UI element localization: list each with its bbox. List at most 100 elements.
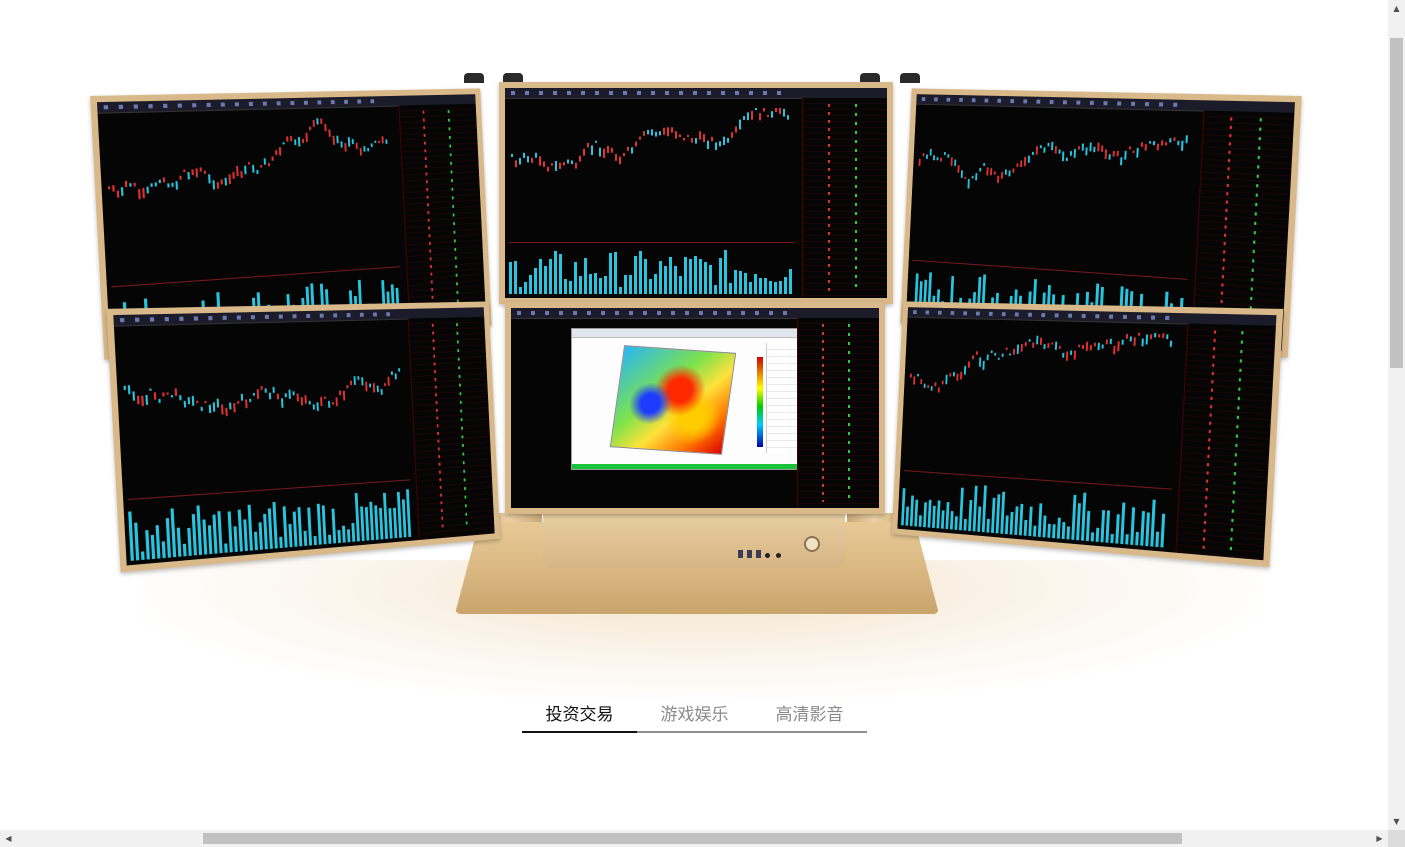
candle bbox=[292, 391, 295, 396]
candle bbox=[342, 390, 346, 401]
candle bbox=[599, 147, 601, 157]
vertical-scrollbar[interactable]: ▲ ▼ bbox=[1388, 0, 1405, 830]
candle bbox=[934, 382, 937, 387]
volume-bar bbox=[1028, 506, 1033, 537]
volume-bar bbox=[1042, 515, 1047, 538]
candle bbox=[1070, 350, 1073, 355]
volume-bar bbox=[914, 499, 919, 527]
volume-bar bbox=[140, 551, 145, 560]
volume-bar bbox=[288, 524, 293, 548]
candle bbox=[1054, 146, 1057, 154]
candle bbox=[1074, 350, 1077, 360]
volume-bar bbox=[374, 505, 379, 540]
candle bbox=[141, 395, 144, 407]
candle bbox=[1047, 142, 1050, 147]
power-button-icon bbox=[804, 536, 820, 552]
candle bbox=[1073, 148, 1076, 158]
candle bbox=[936, 157, 939, 161]
candle bbox=[1165, 142, 1168, 146]
candle bbox=[1124, 150, 1127, 160]
candle bbox=[739, 119, 741, 130]
candle bbox=[267, 162, 271, 167]
candle bbox=[949, 373, 952, 377]
candle bbox=[967, 178, 970, 189]
candle bbox=[703, 134, 705, 143]
volume-bar bbox=[212, 514, 218, 554]
candle bbox=[783, 108, 785, 117]
candle bbox=[339, 390, 342, 396]
volume-bar bbox=[1061, 521, 1066, 540]
candle bbox=[195, 168, 199, 178]
quote-sidebar bbox=[797, 318, 879, 508]
candle bbox=[149, 388, 152, 391]
volume-bar bbox=[379, 508, 384, 540]
candle bbox=[603, 148, 605, 158]
candle bbox=[1024, 341, 1027, 347]
candle bbox=[346, 385, 349, 389]
volume-bar bbox=[749, 281, 752, 294]
scroll-down-arrow-icon[interactable]: ▼ bbox=[1388, 813, 1405, 830]
candle bbox=[747, 112, 749, 121]
candle bbox=[1145, 334, 1149, 345]
candle bbox=[1001, 353, 1004, 357]
vertical-scroll-thumb[interactable] bbox=[1390, 38, 1403, 368]
candle bbox=[374, 140, 377, 143]
candle bbox=[567, 159, 569, 164]
volume-bar bbox=[784, 276, 787, 294]
candle bbox=[1085, 147, 1088, 156]
candle bbox=[647, 129, 649, 135]
candle bbox=[300, 397, 303, 406]
candle bbox=[225, 407, 228, 417]
candle bbox=[162, 177, 166, 183]
tab-investment-trading[interactable]: 投资交易 bbox=[522, 700, 637, 733]
candle bbox=[559, 162, 561, 170]
candle bbox=[138, 189, 141, 200]
candle bbox=[1105, 339, 1108, 345]
color-scale-icon bbox=[757, 357, 763, 447]
candle bbox=[1137, 332, 1141, 336]
volume-bar bbox=[1066, 526, 1071, 540]
volume-bar bbox=[559, 254, 562, 294]
candle bbox=[535, 152, 537, 158]
candle bbox=[1012, 168, 1015, 173]
candle bbox=[990, 350, 993, 354]
candle bbox=[245, 399, 248, 409]
candle bbox=[150, 183, 153, 187]
volume-bar bbox=[669, 256, 672, 294]
horizontal-scroll-thumb[interactable] bbox=[203, 833, 1182, 844]
scroll-left-arrow-icon[interactable]: ◀ bbox=[0, 830, 17, 847]
scroll-right-arrow-icon[interactable]: ▶ bbox=[1371, 830, 1388, 847]
candle bbox=[679, 134, 681, 138]
candle bbox=[316, 402, 320, 412]
volume-bar bbox=[393, 507, 398, 539]
candle bbox=[1039, 337, 1043, 345]
candle bbox=[240, 171, 243, 179]
tab-gaming-entertainment[interactable]: 游戏娱乐 bbox=[637, 700, 752, 733]
candle bbox=[191, 395, 195, 406]
candle bbox=[909, 373, 912, 378]
candle bbox=[1032, 342, 1035, 348]
candle bbox=[260, 386, 263, 390]
candle bbox=[361, 377, 364, 386]
volume-bar bbox=[263, 514, 268, 550]
candle bbox=[923, 383, 926, 388]
volume-bar bbox=[187, 527, 192, 556]
volume-bar bbox=[694, 256, 697, 294]
scroll-up-arrow-icon[interactable]: ▲ bbox=[1388, 0, 1405, 17]
candle bbox=[376, 385, 379, 393]
volume-bar bbox=[764, 278, 767, 294]
horizontal-scrollbar[interactable]: ◀ ▶ bbox=[0, 830, 1388, 847]
tab-hd-media[interactable]: 高清影音 bbox=[752, 700, 867, 733]
volume-bar bbox=[1052, 524, 1056, 539]
candle bbox=[615, 154, 617, 161]
candle bbox=[940, 157, 943, 162]
candle bbox=[1169, 340, 1173, 347]
candle bbox=[945, 374, 948, 385]
candle bbox=[1117, 341, 1120, 352]
hinge-right-2 bbox=[900, 73, 920, 83]
candle bbox=[369, 383, 372, 388]
candle bbox=[220, 179, 223, 185]
candle bbox=[252, 392, 255, 396]
candle bbox=[1000, 171, 1004, 179]
candle bbox=[312, 404, 315, 410]
